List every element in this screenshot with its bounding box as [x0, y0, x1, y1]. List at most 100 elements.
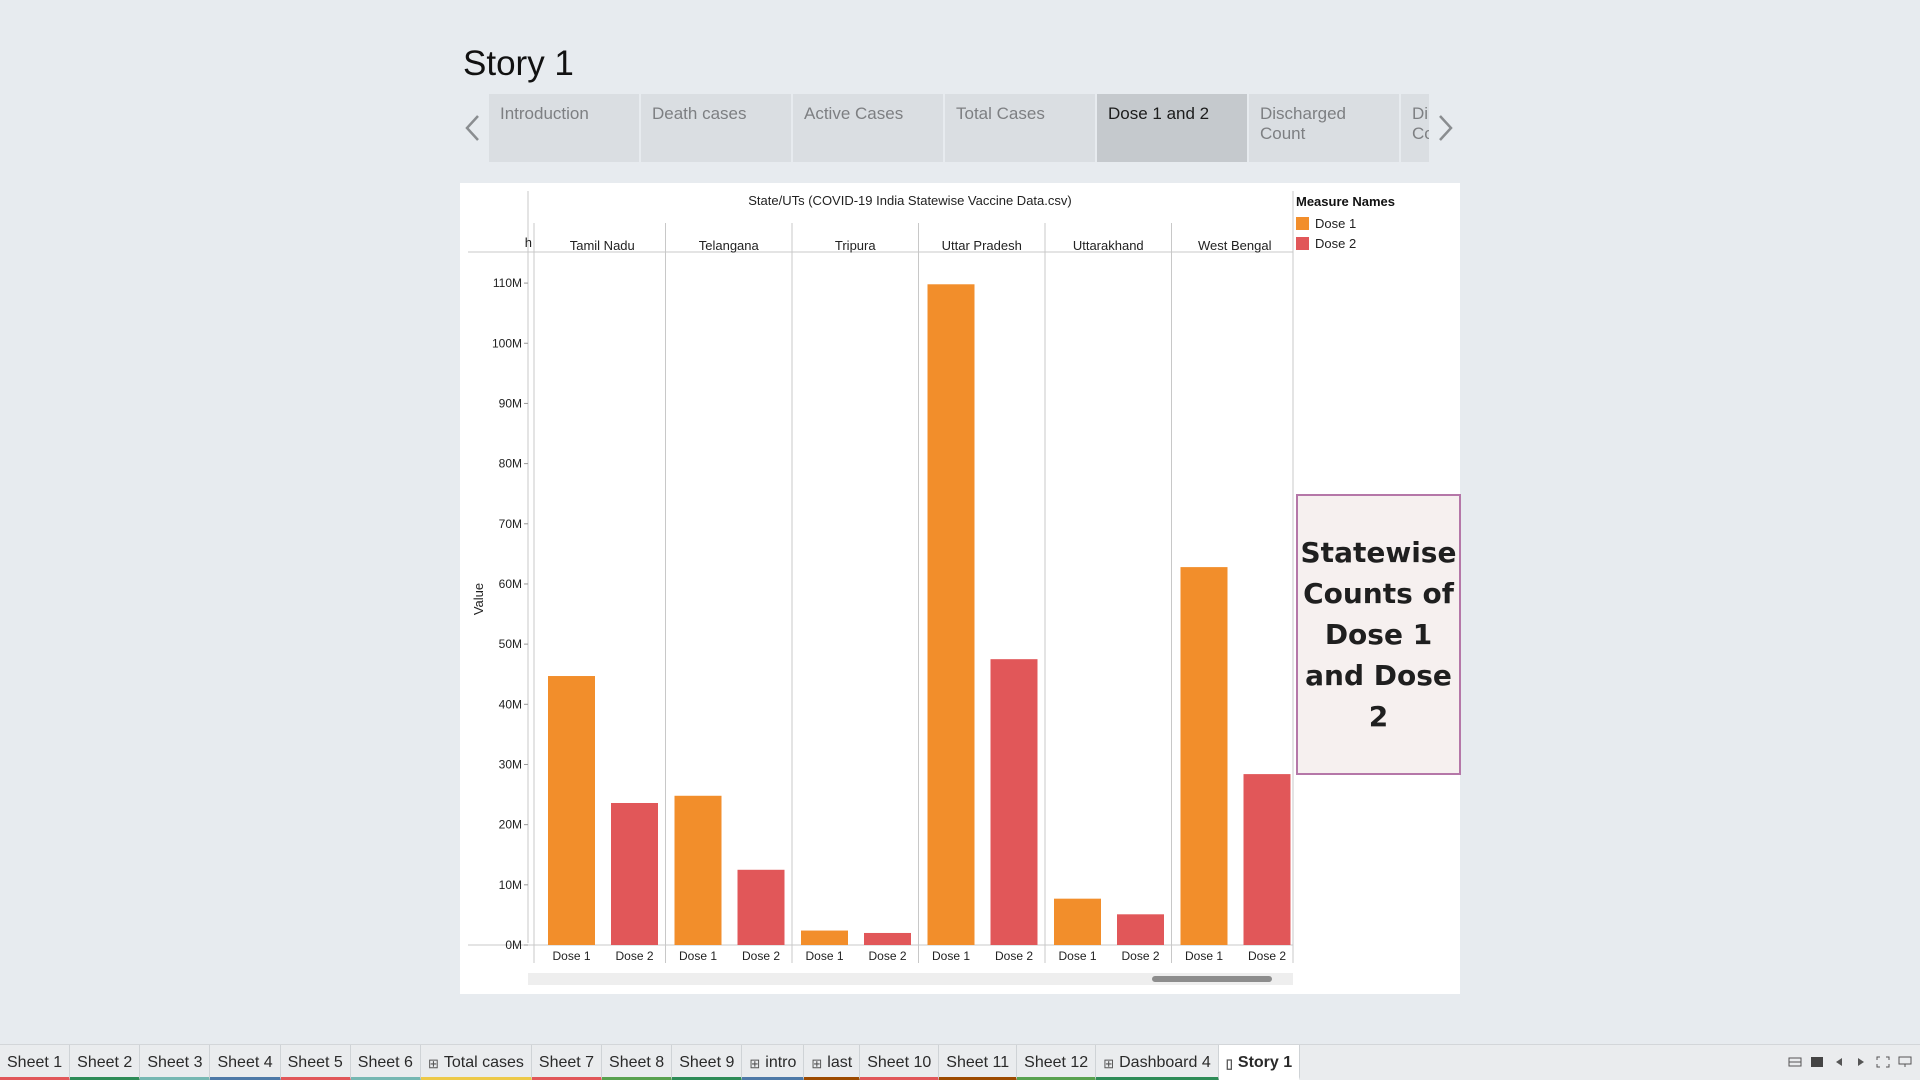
- measure-label: Dose 2: [1248, 949, 1286, 963]
- sheet-tab-label: Sheet 3: [147, 1054, 203, 1071]
- sheet-tab-label: Sheet 4: [217, 1054, 273, 1071]
- category-label: Tripura: [835, 238, 876, 253]
- story-point-1[interactable]: Death cases: [641, 94, 791, 162]
- sheet-tab-sheet-2[interactable]: Sheet 2: [70, 1045, 141, 1080]
- sheet-tab-total-cases[interactable]: ⊞ Total cases: [420, 1045, 532, 1080]
- y-tick-label: 30M: [499, 757, 522, 771]
- sheet-tools: [1788, 1055, 1912, 1069]
- y-tick-label: 20M: [499, 818, 522, 832]
- measure-label: Dose 1: [679, 949, 717, 963]
- legend-title: Measure Names: [1296, 194, 1395, 209]
- measure-label: Dose 1: [1058, 949, 1096, 963]
- measure-label: Dose 2: [615, 949, 653, 963]
- bar-dose-2: [1243, 774, 1291, 945]
- bar-dose-2: [864, 932, 911, 945]
- bar-dose-2: [990, 659, 1038, 945]
- sheet-tab-sheet-12[interactable]: Sheet 12: [1017, 1045, 1097, 1080]
- y-tick-label: 100M: [492, 336, 522, 350]
- dashboard-icon: ⊞: [427, 1056, 439, 1071]
- category-label: Tamil Nadu: [570, 238, 635, 253]
- legend-label: Dose 2: [1315, 235, 1357, 251]
- sheet-tab-sheet-7[interactable]: Sheet 7: [531, 1045, 603, 1080]
- dashboard-icon: ⊞: [811, 1056, 823, 1071]
- bar-dose-1: [548, 676, 595, 945]
- measure-label: Dose 2: [1121, 949, 1159, 963]
- sheet-tab-sheet-4[interactable]: Sheet 4: [210, 1045, 281, 1080]
- next-sheet-icon[interactable]: [1854, 1055, 1868, 1069]
- y-axis-label: Value: [471, 583, 486, 615]
- partial-category-label: h: [525, 235, 532, 250]
- sheet-tab-label: Sheet 7: [538, 1054, 595, 1071]
- legend-swatch: [1296, 236, 1309, 250]
- bar-dose-1: [927, 284, 975, 946]
- y-tick-label: 90M: [499, 396, 522, 410]
- sheet-tab-sheet-9[interactable]: Sheet 9: [672, 1045, 743, 1080]
- prev-sheet-icon[interactable]: [1832, 1055, 1846, 1069]
- fullscreen-icon[interactable]: [1876, 1055, 1890, 1069]
- bar-dose-1: [674, 795, 722, 945]
- category-label: Uttarakhand: [1073, 238, 1144, 253]
- y-tick-label: 60M: [499, 577, 522, 591]
- story-point-4[interactable]: Dose 1 and 2: [1097, 94, 1247, 162]
- bar-dose-1: [1054, 898, 1101, 945]
- sheet-tab-label: Dashboard 4: [1119, 1054, 1211, 1071]
- legend-label: Dose 1: [1315, 215, 1357, 231]
- sheet-tab-label: Sheet 8: [609, 1054, 665, 1071]
- sheet-tab-label: Sheet 9: [679, 1054, 735, 1071]
- sheet-tab-sheet-1[interactable]: Sheet 1: [0, 1045, 71, 1080]
- legend-swatch: [1296, 216, 1309, 230]
- sheet-tab-sheet-11[interactable]: Sheet 11: [939, 1045, 1018, 1080]
- bar-dose-1: [1180, 567, 1228, 945]
- sheet-tab-intro[interactable]: ⊞ intro: [742, 1045, 805, 1080]
- story-point-2[interactable]: Active Cases: [793, 94, 943, 162]
- category-label: Telangana: [699, 238, 760, 253]
- legend-item-0[interactable]: Dose 1: [1296, 213, 1395, 233]
- sheet-tab-story-1[interactable]: ▯ Story 1: [1218, 1045, 1301, 1080]
- sheet-tab-dashboard-4[interactable]: ⊞ Dashboard 4: [1096, 1045, 1219, 1080]
- y-tick-label: 0M: [505, 938, 522, 952]
- sheet-tab-label: Sheet 11: [946, 1054, 1010, 1071]
- sheet-tab-sheet-5[interactable]: Sheet 5: [280, 1045, 351, 1080]
- sheet-tab-label: Sheet 2: [77, 1054, 133, 1071]
- story-navigator: Introduction Death cases Active Cases Total…: [489, 94, 1429, 162]
- measure-label: Dose 2: [995, 949, 1033, 963]
- story-prev-arrow-icon[interactable]: [460, 110, 486, 146]
- measure-label: Dose 2: [742, 949, 780, 963]
- presentation-icon[interactable]: [1898, 1055, 1912, 1069]
- dashboard-icon: ⊞: [1103, 1056, 1115, 1071]
- sheet-tab-label: Sheet 10: [867, 1054, 932, 1071]
- sheet-tab-label: Sheet 12: [1024, 1054, 1089, 1071]
- sheet-tab-label: Story 1: [1237, 1054, 1293, 1071]
- filmstrip-icon[interactable]: [1788, 1055, 1802, 1069]
- sheet-tab-label: Sheet 6: [357, 1054, 413, 1071]
- story-point-0[interactable]: Introduction: [489, 94, 639, 162]
- dashboard-icon: ⊞: [749, 1056, 761, 1071]
- sheet-tab-label: intro: [765, 1054, 797, 1071]
- y-tick-label: 50M: [499, 637, 522, 651]
- sheet-tab-label: Sheet 1: [7, 1054, 63, 1071]
- sheet-tab-sheet-8[interactable]: Sheet 8: [602, 1045, 673, 1080]
- story-point-6[interactable]: Di Co: [1401, 94, 1429, 162]
- caption-text-box: Statewise Counts of Dose 1 and Dose 2: [1296, 494, 1461, 775]
- sheet-tab-sheet-10[interactable]: Sheet 10: [860, 1045, 940, 1080]
- sheet-tab-last[interactable]: ⊞ last: [804, 1045, 861, 1080]
- sheet-tab-sheet-3[interactable]: Sheet 3: [140, 1045, 211, 1080]
- story-point-3[interactable]: Total Cases: [945, 94, 1095, 162]
- story-next-arrow-icon[interactable]: [1432, 110, 1458, 146]
- horizontal-scrollbar-thumb[interactable]: [1152, 976, 1272, 982]
- measure-label: Dose 1: [805, 949, 843, 963]
- measure-label: Dose 1: [932, 949, 970, 963]
- tabs-icon[interactable]: [1810, 1055, 1824, 1069]
- measure-label: Dose 1: [552, 949, 590, 963]
- sheet-tab-sheet-6[interactable]: Sheet 6: [350, 1045, 421, 1080]
- sheet-tab-label: last: [827, 1054, 853, 1071]
- caption-text: Statewise Counts of Dose 1 and Dose 2: [1300, 536, 1457, 733]
- sheet-tab-bar: Sheet 1 Sheet 2 Sheet 3 Sheet 4 Sheet 5 Sheet…: [0, 1044, 1920, 1080]
- legend-item-1[interactable]: Dose 2: [1296, 233, 1395, 253]
- story-point-5[interactable]: Discharged Count: [1249, 94, 1399, 162]
- measure-label: Dose 1: [1185, 949, 1223, 963]
- measure-label: Dose 2: [868, 949, 906, 963]
- sheet-tab-label: Sheet 5: [287, 1054, 343, 1071]
- sheet-tab-label: Total cases: [443, 1054, 524, 1071]
- page-title: Story 1: [463, 44, 574, 83]
